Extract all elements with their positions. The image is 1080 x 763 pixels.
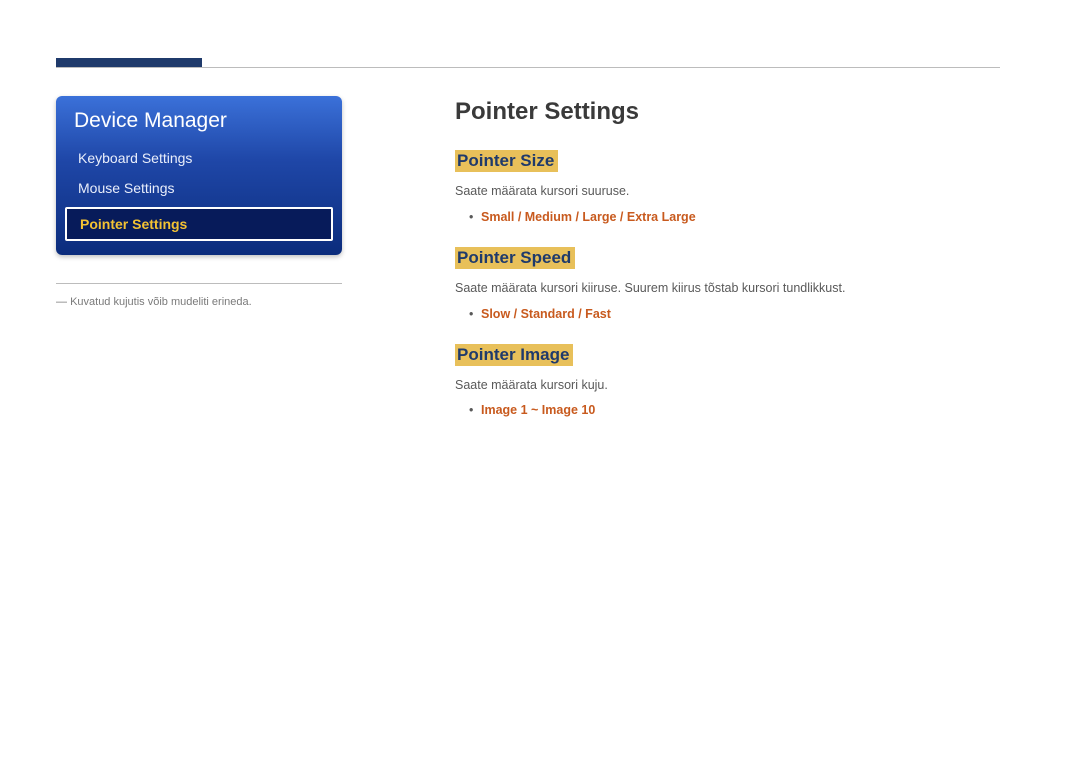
tab-marker	[56, 58, 202, 67]
page-title: Pointer Settings	[455, 98, 995, 126]
footnote-text: Kuvatud kujutis võib mudeliti erineda.	[56, 296, 342, 308]
section-title: Pointer Size	[455, 150, 558, 172]
section-pointer-image: Pointer Image Saate määrata kursori kuju…	[455, 344, 995, 421]
device-manager-panel: Device Manager Keyboard Settings Mouse S…	[56, 96, 342, 255]
sidebar-item-mouse-settings[interactable]: Mouse Settings	[56, 173, 342, 203]
section-pointer-size: Pointer Size Saate määrata kursori suuru…	[455, 150, 995, 227]
left-column: Device Manager Keyboard Settings Mouse S…	[56, 96, 342, 308]
top-divider	[56, 67, 1000, 68]
section-desc: Saate määrata kursori kiiruse. Suurem ki…	[455, 279, 995, 298]
section-options: Image 1 ~ Image 10	[455, 400, 995, 420]
footnote-divider	[56, 283, 342, 284]
section-desc: Saate määrata kursori kuju.	[455, 376, 995, 395]
section-options: Small / Medium / Large / Extra Large	[455, 207, 995, 227]
panel-title: Device Manager	[56, 96, 342, 143]
section-options: Slow / Standard / Fast	[455, 304, 995, 324]
section-pointer-speed: Pointer Speed Saate määrata kursori kiir…	[455, 247, 995, 324]
content-column: Pointer Settings Pointer Size Saate määr…	[455, 98, 995, 440]
sidebar-item-keyboard-settings[interactable]: Keyboard Settings	[56, 143, 342, 173]
sidebar-item-pointer-settings[interactable]: Pointer Settings	[65, 207, 333, 241]
section-desc: Saate määrata kursori suuruse.	[455, 182, 995, 201]
section-title: Pointer Image	[455, 344, 573, 366]
section-title: Pointer Speed	[455, 247, 575, 269]
